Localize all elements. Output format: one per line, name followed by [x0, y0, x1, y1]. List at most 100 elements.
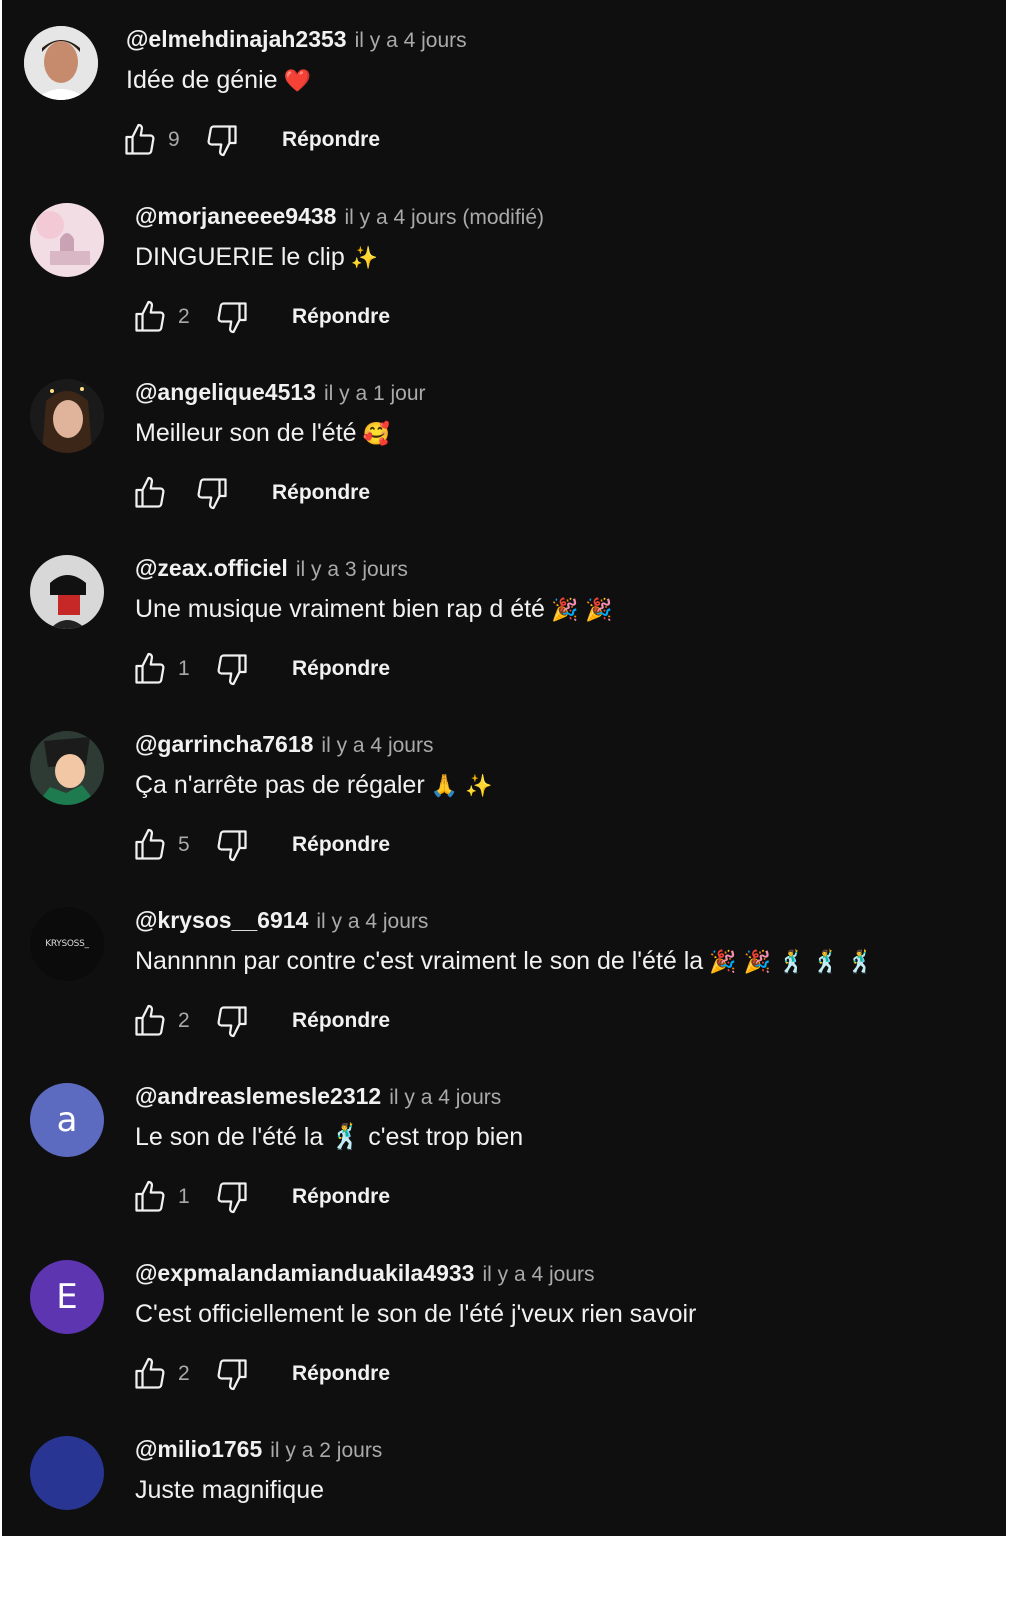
dislike-button[interactable] [212, 1177, 252, 1217]
comment-text: C'est officiellement le son de l'été j'v… [135, 1300, 697, 1328]
comment-text: Ça n'arrête pas de régaler 🙏 ✨ [135, 771, 493, 799]
dislike-button[interactable] [212, 297, 252, 337]
comment-author[interactable]: @elmehdinajah2353 [126, 26, 347, 53]
avatar[interactable] [24, 26, 98, 100]
like-count: 2 [178, 305, 190, 328]
reply-button[interactable]: Répondre [272, 481, 370, 505]
reply-button[interactable]: Répondre [292, 833, 390, 857]
party-popper-emoji: 🎉 🎉 [550, 598, 613, 623]
comment-actions: 2 Répondre [130, 1352, 390, 1396]
thumb-down-icon [217, 654, 247, 686]
avatar[interactable]: E [30, 1260, 104, 1334]
comment-text: Meilleur son de l'été 🥰 [135, 419, 390, 447]
reply-button[interactable]: Répondre [292, 657, 390, 681]
comment-item: a @andreaslemesle2312 il y a 4 jours Le … [2, 1083, 1002, 1259]
comment-actions: 9 Répondre [120, 118, 380, 162]
comment-timestamp[interactable]: il y a 4 jours [482, 1263, 594, 1287]
comment-item: E @expmalandamianduakila4933 il y a 4 jo… [2, 1260, 1002, 1436]
reply-button[interactable]: Répondre [282, 128, 380, 152]
dislike-button[interactable] [212, 649, 252, 689]
thumb-up-icon [135, 652, 165, 684]
thumb-down-icon [217, 830, 247, 862]
comment-text: Nannnnn par contre c'est vraiment le son… [135, 947, 875, 975]
dislike-button[interactable] [212, 825, 252, 865]
thumb-down-icon [217, 1359, 247, 1391]
comment-timestamp[interactable]: il y a 4 jours [316, 910, 428, 934]
comment-timestamp[interactable]: il y a 3 jours [296, 558, 408, 582]
folded-hands-emoji: 🙏 ✨ [430, 774, 493, 799]
like-count: 5 [178, 833, 190, 856]
like-button[interactable] [130, 473, 170, 513]
thumb-up-icon [135, 828, 165, 860]
avatar[interactable]: KRYSOSS_ [30, 907, 104, 981]
comment-text: Idée de génie ❤️ [126, 66, 311, 94]
avatar[interactable] [30, 731, 104, 805]
thumb-down-icon [217, 302, 247, 334]
avatar[interactable]: a [30, 1083, 104, 1157]
comment-item: @milio1765 il y a 2 jours Juste magnifiq… [2, 1436, 1002, 1612]
reply-button[interactable]: Répondre [292, 1185, 390, 1209]
comment-timestamp[interactable]: il y a 1 jour [324, 382, 426, 406]
avatar[interactable] [30, 379, 104, 453]
like-button[interactable] [130, 1354, 170, 1394]
comment-timestamp[interactable]: il y a 2 jours [270, 1439, 382, 1463]
reply-button[interactable]: Répondre [292, 305, 390, 329]
comments-panel: @elmehdinajah2353 il y a 4 jours Idée de… [0, 0, 1006, 1536]
party-dancer-emoji: 🎉 🎉 🕺 🕺 🕺 [709, 950, 875, 975]
like-count: 1 [178, 657, 190, 680]
like-button[interactable] [130, 1177, 170, 1217]
like-button[interactable] [120, 120, 160, 160]
comment-author[interactable]: @garrincha7618 [135, 731, 313, 758]
comment-item: @angelique4513 il y a 1 jour Meilleur so… [2, 379, 1002, 555]
like-button[interactable] [130, 1001, 170, 1041]
dislike-button[interactable] [192, 473, 232, 513]
thumb-up-icon [135, 1357, 165, 1389]
reply-button[interactable]: Répondre [292, 1362, 390, 1386]
like-button[interactable] [130, 825, 170, 865]
thumb-down-icon [207, 125, 237, 157]
thumb-down-icon [217, 1182, 247, 1214]
thumb-up-icon [125, 123, 155, 155]
avatar[interactable] [30, 555, 104, 629]
comment-author[interactable]: @morjaneeee9438 [135, 203, 336, 230]
heart-emoji: ❤️ [283, 69, 311, 94]
thumb-down-icon [197, 478, 227, 510]
comment-text: DINGUERIE le clip ✨ [135, 243, 379, 271]
comment-timestamp[interactable]: il y a 4 jours [321, 734, 433, 758]
comment-author[interactable]: @angelique4513 [135, 379, 316, 406]
thumb-up-icon [135, 476, 165, 508]
reply-button[interactable]: Répondre [292, 1009, 390, 1033]
comment-item: KRYSOSS_ @krysos__6914 il y a 4 jours Na… [2, 907, 1002, 1083]
comment-author[interactable]: @milio1765 [135, 1436, 262, 1463]
comment-timestamp[interactable]: il y a 4 jours [389, 1086, 501, 1110]
comment-item: @elmehdinajah2353 il y a 4 jours Idée de… [2, 26, 1002, 202]
like-count: 9 [168, 128, 180, 151]
like-button[interactable] [130, 649, 170, 689]
comment-author[interactable]: @krysos__6914 [135, 907, 308, 934]
comment-text: Une musique vraiment bien rap d été 🎉 🎉 [135, 595, 613, 623]
comment-author[interactable]: @zeax.officiel [135, 555, 288, 582]
thumb-up-icon [135, 300, 165, 332]
comment-timestamp[interactable]: il y a 4 jours [355, 29, 467, 53]
comment-actions: 2 Répondre [130, 999, 390, 1043]
thumb-down-icon [217, 1006, 247, 1038]
dislike-button[interactable] [202, 120, 242, 160]
avatar[interactable] [30, 1436, 104, 1510]
like-button[interactable] [130, 297, 170, 337]
comment-text: Juste magnifique [135, 1476, 325, 1504]
avatar-logo-text: KRYSOSS_ [45, 939, 89, 949]
comment-item: @zeax.officiel il y a 3 jours Une musiqu… [2, 555, 1002, 731]
comment-author[interactable]: @expmalandamianduakila4933 [135, 1260, 474, 1287]
avatar[interactable] [30, 203, 104, 277]
comment-item: @garrincha7618 il y a 4 jours Ça n'arrêt… [2, 731, 1002, 907]
smiling-face-with-hearts-emoji: 🥰 [362, 422, 390, 447]
comment-author[interactable]: @andreaslemesle2312 [135, 1083, 381, 1110]
like-count: 1 [178, 1185, 190, 1208]
thumb-up-icon [135, 1180, 165, 1212]
comment-timestamp[interactable]: il y a 4 jours (modifié) [344, 206, 544, 230]
dislike-button[interactable] [212, 1354, 252, 1394]
comment-item: @morjaneeee9438 il y a 4 jours (modifié)… [2, 203, 1002, 379]
sparkles-emoji: ✨ [350, 246, 379, 271]
dislike-button[interactable] [212, 1001, 252, 1041]
avatar-letter: E [56, 1277, 78, 1317]
